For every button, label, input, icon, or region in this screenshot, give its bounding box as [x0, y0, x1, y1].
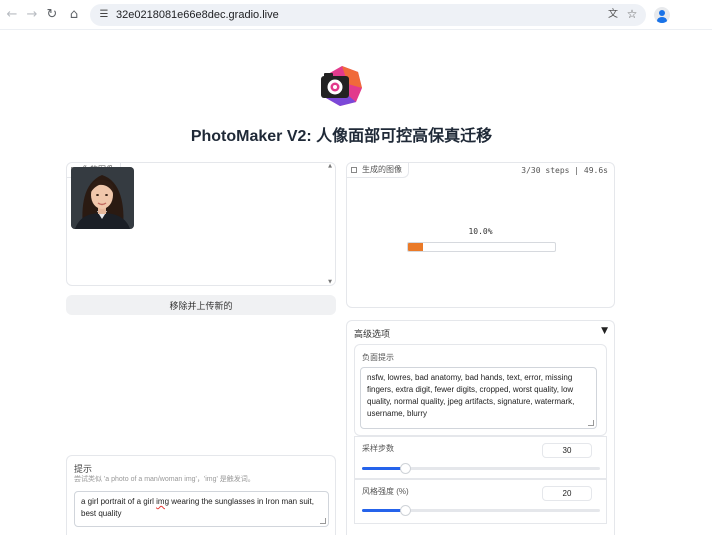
steps-slider-fill — [362, 467, 405, 470]
resize-grip-icon[interactable] — [320, 518, 326, 524]
remove-and-upload-button[interactable]: 移除并上传新的 — [66, 295, 336, 315]
camera-logo-icon — [321, 66, 362, 106]
scroll-up-icon[interactable]: ▲ — [327, 163, 333, 169]
negative-prompt-input[interactable]: nsfw, lowres, bad anatomy, bad hands, te… — [360, 367, 597, 429]
steps-slider[interactable] — [362, 463, 600, 474]
output-image-panel: 生成的图像 3/30 steps | 49.6s 10.0% — [346, 162, 615, 308]
steps-label: 采样步数 — [362, 444, 394, 453]
prompt-panel: 提示 尝试类似 'a photo of a man/woman img'，'im… — [66, 455, 336, 535]
forward-arrow-icon[interactable]: → — [24, 7, 40, 23]
translate-icon[interactable]: 文 — [606, 8, 620, 22]
progress-bar — [407, 242, 556, 252]
image-icon — [351, 167, 357, 173]
steps-slider-thumb[interactable] — [399, 463, 411, 474]
page-title: PhotoMaker V2: 人像面部可控高保真迁移 — [190, 128, 493, 145]
star-icon[interactable]: ☆ — [625, 7, 639, 21]
resize-grip-icon[interactable] — [588, 420, 594, 426]
progress-percent: 10.0% — [468, 227, 493, 236]
advanced-options-panel: 高级选项 ▼ 负面提示 nsfw, lowres, bad anatomy, b… — [346, 320, 615, 535]
advanced-options-title[interactable]: 高级选项 — [354, 327, 390, 340]
progress-status: 3/30 steps | 49.6s — [521, 166, 608, 175]
steps-block: 采样步数 30 — [354, 436, 607, 479]
reload-icon[interactable]: ↻ — [44, 7, 60, 23]
site-settings-icon[interactable]: ☰ — [97, 8, 111, 22]
style-strength-block: 风格强度 (%) 20 — [354, 479, 607, 524]
address-bar[interactable]: ☰ 32e0218081e66e8dec.gradio.live — [90, 4, 646, 26]
browser-toolbar: ← → ↻ ⌂ ☰ 32e0218081e66e8dec.gradio.live… — [0, 0, 712, 30]
output-image-label: 生成的图像 — [347, 163, 409, 178]
progress-fill — [408, 243, 423, 251]
negative-prompt-block: 负面提示 nsfw, lowres, bad anatomy, bad hand… — [354, 344, 607, 436]
style-strength-slider-fill — [362, 509, 405, 512]
scroll-down-icon[interactable]: ▼ — [327, 279, 333, 285]
prompt-input[interactable]: a girl portrait of a girl img wearing th… — [74, 491, 329, 527]
prompt-info: 尝试类似 'a photo of a man/woman img'，'img' … — [74, 476, 255, 483]
negative-prompt-label: 负面提示 — [362, 353, 394, 362]
uploaded-portrait-image[interactable] — [71, 167, 134, 229]
style-strength-number-input[interactable]: 20 — [542, 486, 592, 501]
input-panel-scrollbar[interactable]: ▲ ▼ — [327, 163, 333, 285]
steps-number-input[interactable]: 30 — [542, 443, 592, 458]
caret-down-icon[interactable]: ▼ — [601, 326, 608, 336]
style-strength-label: 风格强度 (%) — [362, 487, 409, 496]
style-strength-slider-thumb[interactable] — [399, 505, 411, 516]
profile-icon[interactable] — [654, 7, 670, 23]
back-arrow-icon[interactable]: ← — [4, 7, 20, 23]
home-icon[interactable]: ⌂ — [66, 7, 82, 23]
style-strength-slider[interactable] — [362, 505, 600, 516]
url-text: 32e0218081e66e8dec.gradio.live — [116, 9, 279, 21]
